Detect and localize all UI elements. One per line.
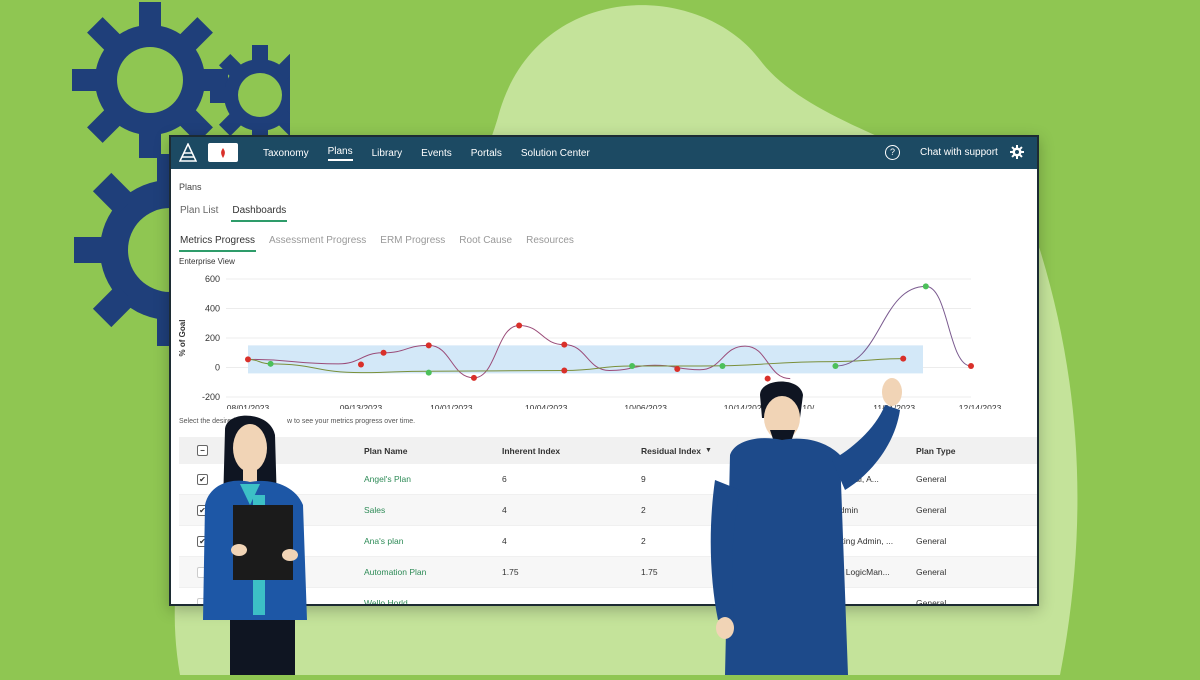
view-tabs: Plan List Dashboards [179,203,299,222]
tab-assessment-progress[interactable]: Assessment Progress [268,233,367,252]
tab-resources[interactable]: Resources [525,233,575,252]
y-axis-label: % of Goal [178,320,187,357]
help-icon[interactable]: ? [885,145,900,160]
nav-solution-center[interactable]: Solution Center [521,148,590,159]
woman-illustration [203,415,307,675]
col-plan-name[interactable]: Plan Name [364,437,407,464]
plan-name-link[interactable]: Wello Horld [364,588,408,604]
plan-name-link[interactable]: Angel's Plan [364,464,411,494]
tab-root-cause[interactable]: Root Cause [458,233,513,252]
y-tick-label: 400 [205,304,220,314]
data-point [561,367,568,374]
data-point [470,374,477,381]
residual-index-cell: 2 [641,505,646,515]
nav-library[interactable]: Library [372,148,403,159]
nav-portals[interactable]: Portals [471,148,502,159]
nav-events[interactable]: Events [421,148,452,159]
x-tick-label: 08/01/2023 [227,403,270,409]
app-logo [179,143,197,162]
y-tick-label: 200 [205,333,220,343]
man-illustration [710,378,902,675]
data-point [832,363,839,370]
residual-index-cell: 2 [641,536,646,546]
plan-name-link[interactable]: Sales [364,495,385,525]
main-nav: Taxonomy Plans Library Events Portals So… [263,137,609,169]
x-tick-label: 09/13/2023 [340,403,383,409]
enterprise-view-label: Enterprise View [179,257,235,266]
data-point [674,365,681,372]
data-point [267,360,274,367]
tab-plan-list[interactable]: Plan List [179,203,219,222]
y-tick-label: -200 [202,392,220,402]
data-point [425,369,432,376]
x-tick-label: 10/01/2023 [430,403,473,409]
x-tick-label: 10/04/2023 [525,403,568,409]
data-point [357,361,364,368]
data-point [900,355,907,362]
tab-dashboards[interactable]: Dashboards [231,203,288,222]
data-point [245,356,251,363]
tab-metrics-progress[interactable]: Metrics Progress [179,233,257,252]
residual-index-cell: 9 [641,474,646,484]
data-point [516,322,523,329]
x-tick-label: 12/14/2023 [959,403,1002,409]
data-point [380,349,387,356]
settings-gear-icon[interactable] [1010,145,1024,159]
x-tick-label: 10/06/2023 [624,403,667,409]
inherent-index-cell: 4 [502,505,507,515]
inherent-index-cell: 1.75 [502,567,519,577]
data-point [719,363,726,370]
y-tick-label: 0 [215,363,220,373]
nav-taxonomy[interactable]: Taxonomy [263,148,309,159]
client-logo [208,143,238,162]
dashboard-subtabs: Metrics Progress Assessment Progress ERM… [179,233,587,252]
nav-plans[interactable]: Plans [327,146,353,161]
data-point [425,342,432,349]
plan-name-link[interactable]: Automation Plan [364,557,426,587]
chat-support-link[interactable]: Chat with support [920,147,998,158]
data-point [968,363,974,370]
inherent-index-cell: 6 [502,474,507,484]
data-point [629,363,636,370]
data-point [561,341,568,348]
tab-erm-progress[interactable]: ERM Progress [379,233,446,252]
top-navbar: Taxonomy Plans Library Events Portals So… [171,137,1037,169]
residual-index-cell: 1.75 [641,567,658,577]
col-inherent-index[interactable]: Inherent Index [502,437,560,464]
inherent-index-cell: 4 [502,536,507,546]
data-point [922,283,929,290]
breadcrumb[interactable]: Plans [179,182,202,192]
plan-name-link[interactable]: Ana's plan [364,526,403,556]
y-tick-label: 600 [205,274,220,284]
